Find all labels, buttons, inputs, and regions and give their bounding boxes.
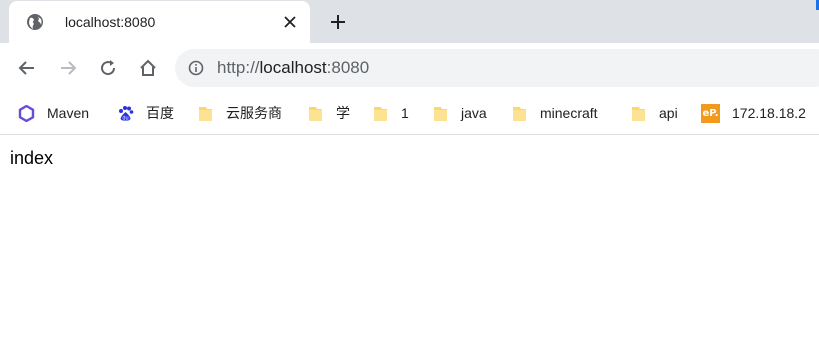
toolbar: http://localhost:8080 [0, 43, 819, 93]
forward-arrow-icon [61, 61, 77, 75]
url-scheme: http:// [217, 58, 260, 77]
page-content: index [0, 135, 819, 182]
bookmark-label: Maven [47, 105, 90, 121]
folder-icon [307, 105, 324, 122]
new-tab-button[interactable] [327, 11, 349, 33]
bookmarks-bar: Maven du 百度 云服务商 学 1 java minecraft api … [0, 93, 819, 135]
bookmark-label: 云服务商 [226, 105, 282, 121]
svg-text:du: du [122, 115, 128, 121]
plus-icon [331, 15, 345, 29]
forward-button[interactable] [55, 55, 81, 81]
url-host: localhost [259, 58, 327, 77]
info-icon[interactable] [188, 60, 204, 76]
bookmark-label: 172.18.18.2 [732, 105, 806, 121]
bookmark-folder-2[interactable]: 学 [307, 103, 350, 123]
globe-icon [26, 13, 44, 31]
bookmark-label: 百度 [146, 105, 174, 121]
url-text[interactable]: http://localhost:8080 [217, 58, 369, 78]
bookmark-label: api [659, 105, 678, 121]
bookmark-baidu[interactable]: du 百度 [117, 103, 174, 123]
close-icon[interactable] [280, 12, 300, 32]
reload-button[interactable] [95, 55, 121, 81]
url-port: :8080 [326, 58, 370, 77]
folder-icon [630, 105, 647, 122]
back-button[interactable] [14, 55, 40, 81]
home-icon [140, 59, 156, 76]
back-arrow-icon [18, 61, 34, 75]
folder-icon [197, 105, 214, 122]
ep-icon-text: eP. [702, 107, 719, 119]
folder-icon [511, 105, 528, 122]
bookmark-folder-4[interactable]: java [432, 103, 487, 123]
reload-icon [101, 60, 116, 76]
page-body-text: index [10, 148, 54, 168]
bookmark-label: 1 [401, 105, 409, 121]
tab-strip: localhost:8080 [0, 0, 819, 43]
bookmark-folder-3[interactable]: 1 [372, 103, 409, 123]
bookmark-label: java [461, 105, 487, 121]
address-bar[interactable]: http://localhost:8080 [175, 49, 819, 87]
tab-title: localhost:8080 [65, 14, 156, 30]
active-tab[interactable]: localhost:8080 [9, 1, 310, 43]
home-button[interactable] [135, 55, 161, 81]
bookmark-folder-6[interactable]: api [630, 103, 678, 123]
bookmark-ep[interactable]: eP. 172.18.18.2 [701, 103, 806, 123]
ep-icon: eP. [701, 103, 720, 123]
bookmark-folder-5[interactable]: minecraft [511, 103, 598, 123]
bookmark-label: minecraft [540, 105, 598, 121]
folder-icon [372, 105, 389, 122]
baidu-icon: du [117, 105, 134, 122]
folder-icon [432, 105, 449, 122]
bookmark-folder-1[interactable]: 云服务商 [197, 103, 282, 123]
bookmark-label: 学 [336, 105, 350, 121]
bookmark-maven[interactable]: Maven [18, 103, 89, 123]
maven-icon [18, 104, 35, 122]
